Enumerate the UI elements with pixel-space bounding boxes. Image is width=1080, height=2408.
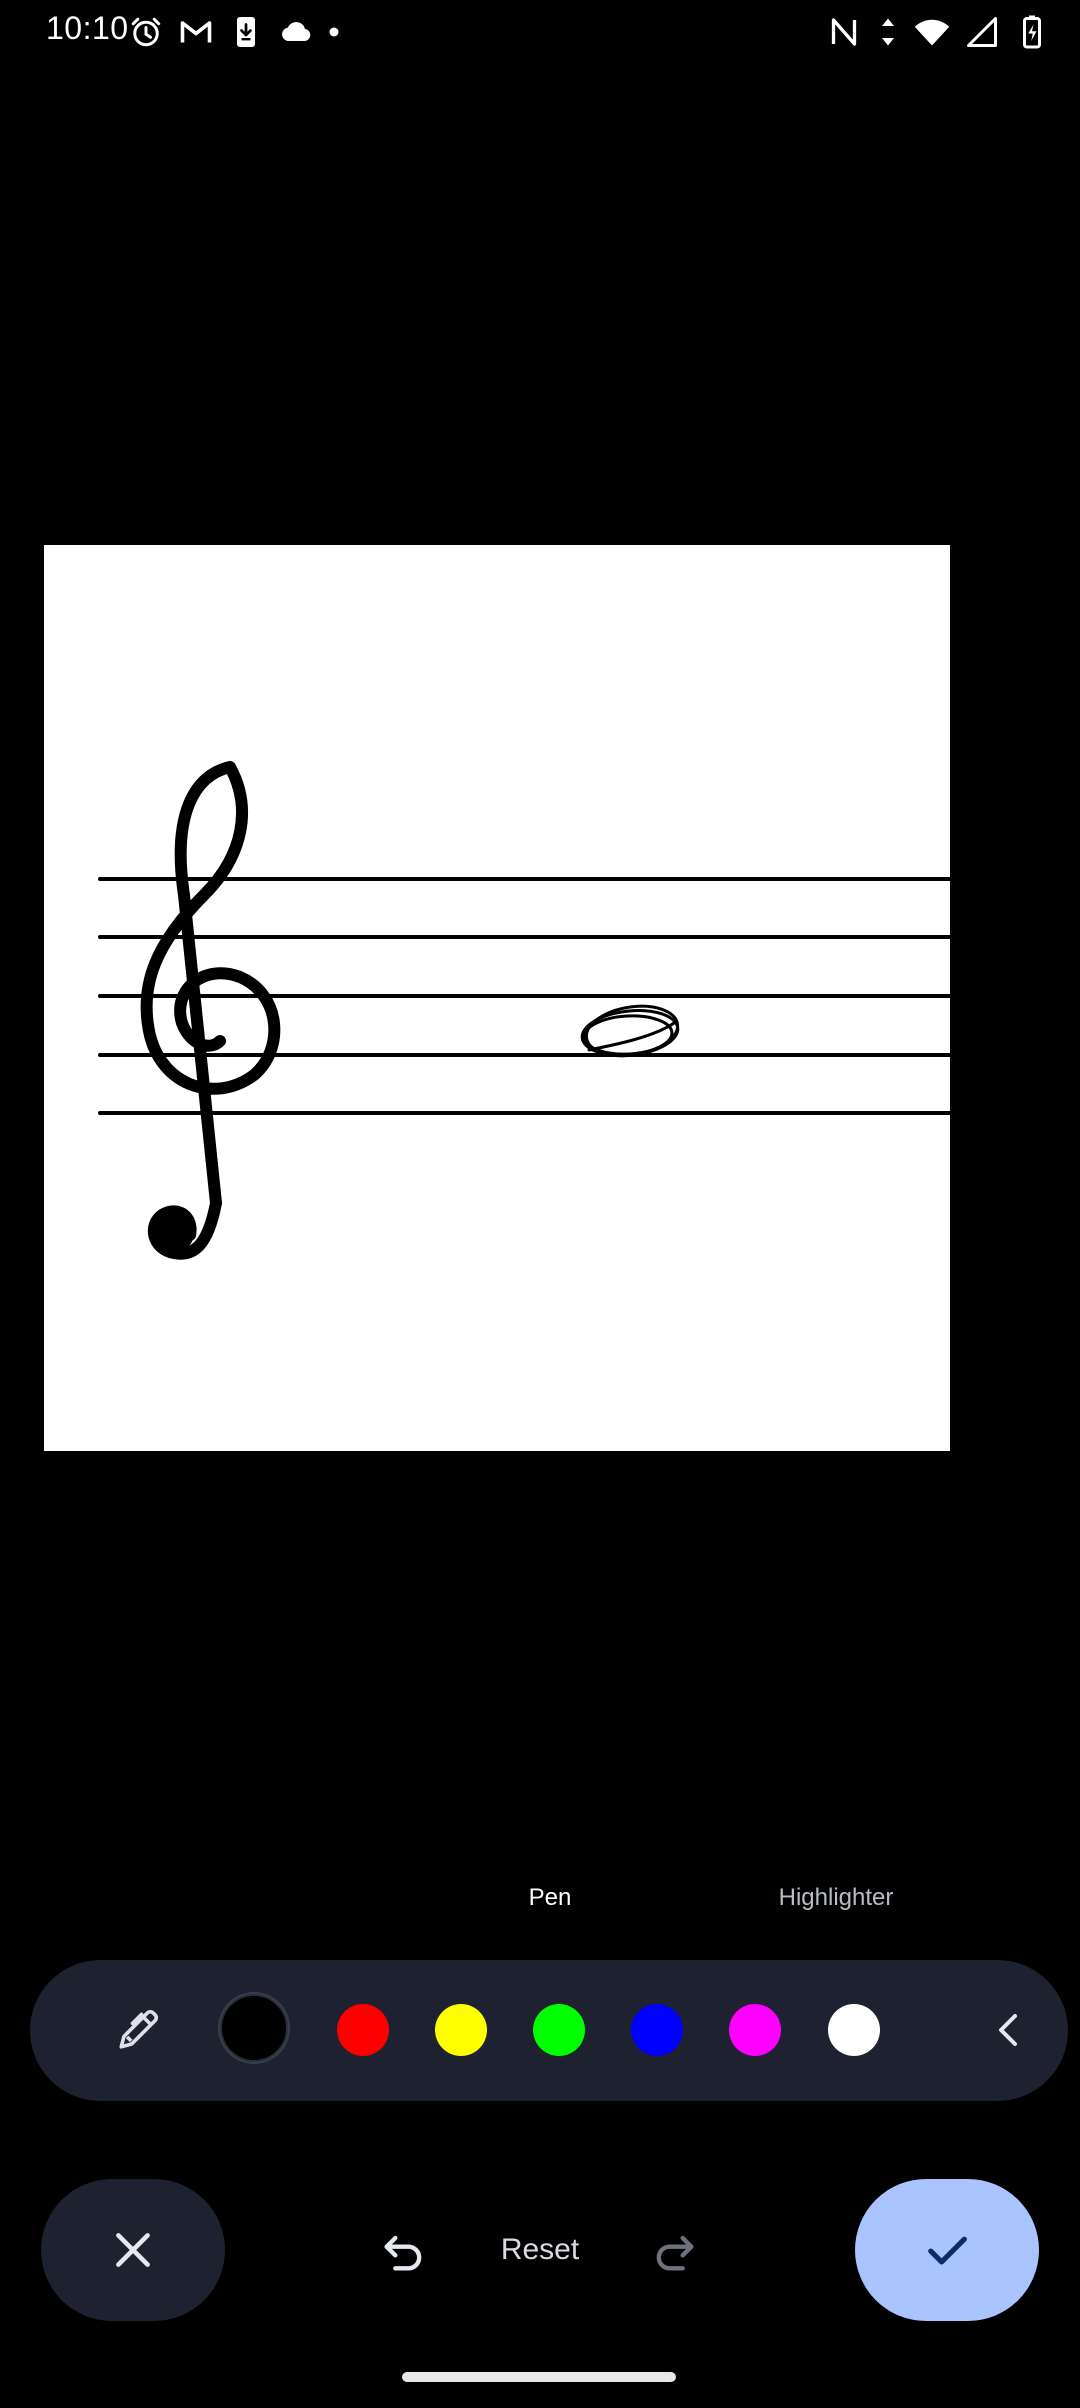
- cloud-icon: [282, 22, 311, 42]
- color-swatch-red[interactable]: [337, 2004, 389, 2056]
- data-arrows-icon: [882, 18, 894, 46]
- staff-lines: [98, 877, 950, 1115]
- color-palette: [30, 1960, 1068, 2101]
- battery-charging-icon: [1023, 15, 1041, 49]
- alarm-icon: [131, 17, 161, 47]
- gmail-icon: [180, 21, 212, 43]
- treble-clef-icon: [140, 761, 281, 1260]
- wifi-icon: [914, 19, 950, 46]
- color-swatch-black[interactable]: [220, 1994, 288, 2062]
- cancel-button[interactable]: [41, 2179, 225, 2321]
- gesture-bar[interactable]: [402, 2372, 676, 2382]
- signal-icon: [967, 17, 997, 47]
- download-icon: [237, 17, 255, 47]
- status-time: 10:10: [46, 10, 129, 46]
- dot-icon: [329, 27, 339, 37]
- color-swatch-yellow[interactable]: [435, 2004, 487, 2056]
- tab-pen[interactable]: Pen: [529, 1884, 572, 1912]
- undo-icon[interactable]: [378, 2225, 430, 2277]
- status-bar: 10:10: [0, 0, 1080, 64]
- nfc-icon: [831, 18, 857, 46]
- confirm-button[interactable]: [855, 2179, 1039, 2321]
- status-right-icons: [826, 14, 1050, 50]
- status-left-icons: [128, 14, 340, 50]
- pen-icon[interactable]: [110, 2004, 164, 2058]
- chevron-left-icon[interactable]: [985, 2006, 1033, 2054]
- color-swatch-magenta[interactable]: [729, 2004, 781, 2056]
- reset-button[interactable]: Reset: [501, 2233, 579, 2267]
- canvas-drawing: [98, 761, 950, 1260]
- check-icon: [928, 2236, 967, 2265]
- color-swatch-green[interactable]: [533, 2004, 585, 2056]
- hand-drawn-note: [580, 1004, 680, 1058]
- color-swatch-blue[interactable]: [631, 2004, 683, 2056]
- redo-icon[interactable]: [648, 2225, 700, 2277]
- color-swatch-white[interactable]: [828, 2004, 880, 2056]
- close-icon: [116, 2233, 150, 2267]
- drawing-canvas[interactable]: [44, 545, 950, 1451]
- tab-highlighter[interactable]: Highlighter: [779, 1884, 894, 1912]
